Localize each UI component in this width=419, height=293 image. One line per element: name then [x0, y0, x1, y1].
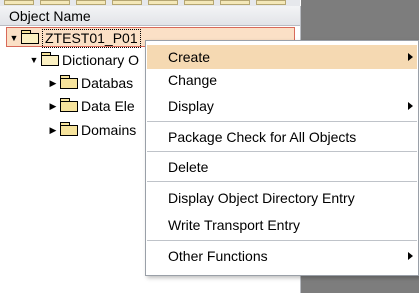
toolbar-button[interactable] — [256, 0, 286, 5]
tree-node-label: Domains — [81, 122, 137, 138]
column-header[interactable]: Object Name — [0, 6, 300, 26]
tree-node-label: ZTEST01_P01 — [42, 29, 141, 48]
menu-separator — [147, 121, 417, 122]
tree-node-child[interactable]: ▶ Data Ele — [46, 96, 135, 116]
context-menu: Create Change Display Package Check for … — [145, 40, 419, 276]
submenu-arrow-icon — [408, 102, 413, 110]
toolbar-button[interactable] — [148, 0, 178, 5]
tree-node-child[interactable]: ▶ Databas — [46, 73, 133, 93]
submenu-arrow-icon — [408, 252, 413, 260]
menu-item-label: Other Functions — [168, 248, 268, 264]
open-folder-icon — [21, 30, 39, 44]
collapse-toggle-icon[interactable]: ▶ — [46, 96, 60, 116]
collapse-toggle-icon[interactable]: ▶ — [46, 120, 60, 140]
toolbar-button[interactable] — [4, 0, 34, 5]
submenu-arrow-icon — [408, 53, 413, 61]
menu-separator — [147, 240, 417, 241]
menu-separator — [147, 151, 417, 152]
folder-icon — [60, 122, 78, 136]
menu-item-label: Package Check for All Objects — [168, 129, 357, 145]
toolbar-button[interactable] — [40, 0, 70, 5]
folder-icon — [60, 98, 78, 112]
expand-toggle-icon[interactable]: ▼ — [27, 50, 41, 70]
menu-item-label: Create — [168, 49, 211, 65]
menu-item-display[interactable]: Display — [147, 94, 417, 118]
toolbar-button[interactable] — [76, 0, 106, 5]
menu-item-label: Write Transport Entry — [168, 217, 301, 233]
menu-item-write-transport-entry[interactable]: Write Transport Entry — [147, 213, 417, 237]
menu-item-label: Display Object Directory Entry — [168, 190, 355, 206]
toolbar-button[interactable] — [220, 0, 250, 5]
menu-item-label: Delete — [168, 159, 209, 175]
tree-node-label: Databas — [81, 75, 134, 91]
toolbar-button[interactable] — [112, 0, 142, 5]
menu-item-label: Display — [168, 98, 214, 114]
toolbar-button[interactable] — [184, 0, 214, 5]
collapse-toggle-icon[interactable]: ▶ — [46, 73, 60, 93]
menu-item-label: Change — [168, 72, 218, 88]
open-folder-icon — [41, 52, 59, 66]
menu-item-display-object-directory-entry[interactable]: Display Object Directory Entry — [147, 186, 417, 210]
menu-item-package-check[interactable]: Package Check for All Objects — [147, 125, 417, 149]
expand-toggle-icon[interactable]: ▼ — [7, 28, 21, 48]
menu-item-create[interactable]: Create — [147, 45, 417, 69]
tree-node-child[interactable]: ▶ Domains — [46, 120, 136, 140]
tree-node-label: Dictionary O — [62, 52, 140, 68]
tree-node-dictionary[interactable]: ▼ Dictionary O — [27, 50, 139, 70]
menu-item-other-functions[interactable]: Other Functions — [147, 244, 417, 268]
menu-separator — [147, 181, 417, 182]
menu-item-change[interactable]: Change — [147, 68, 417, 92]
folder-icon — [60, 75, 78, 89]
menu-item-delete[interactable]: Delete — [147, 155, 417, 179]
tree-node-label: Data Ele — [81, 98, 135, 114]
